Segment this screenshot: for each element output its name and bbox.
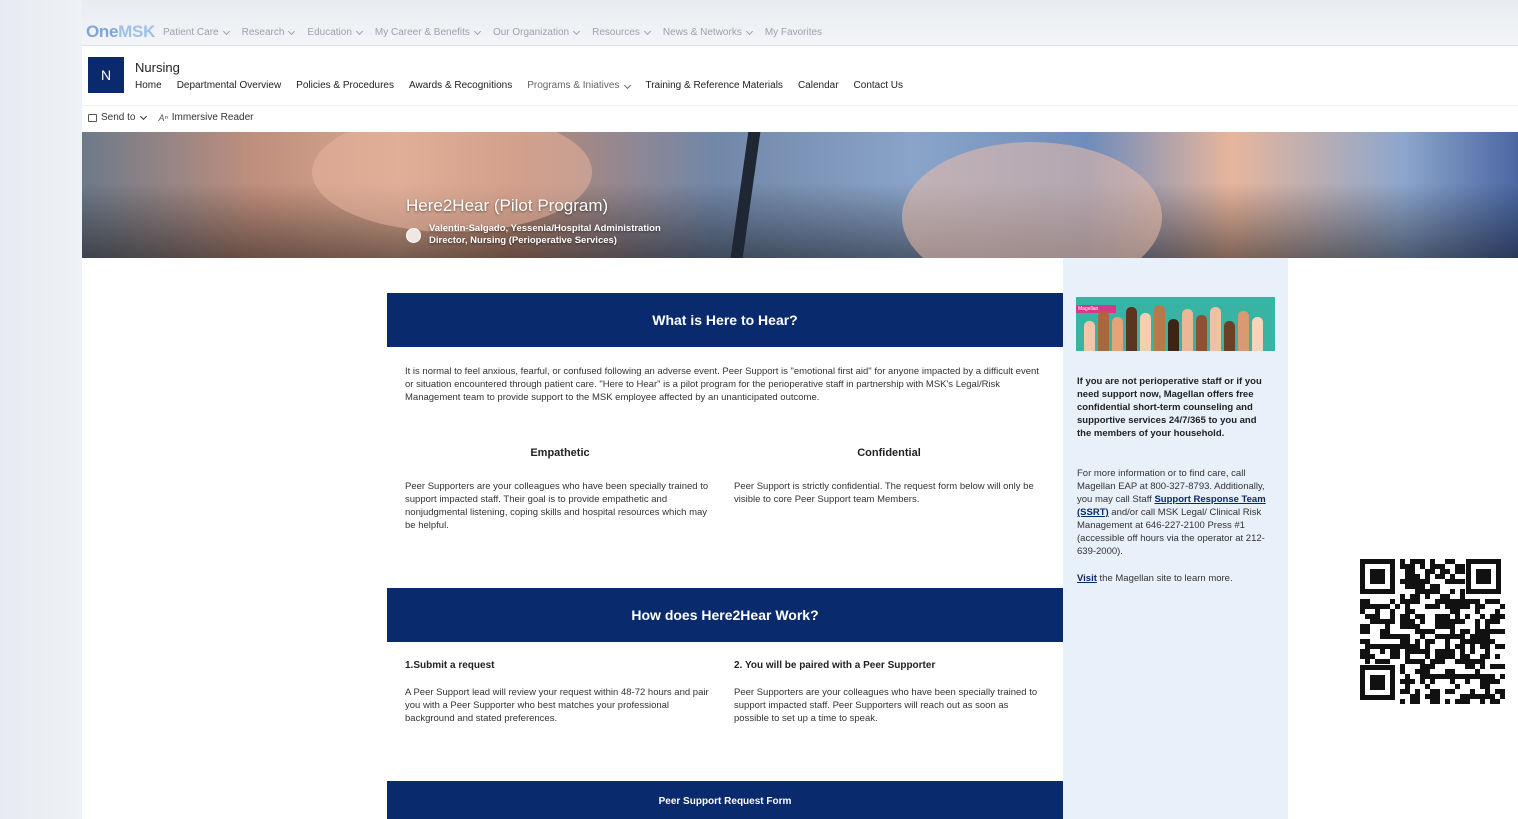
- step1-text: A Peer Support lead will review your req…: [405, 687, 709, 724]
- section-heading-how: How does Here2Hear Work?: [387, 588, 1063, 642]
- hand-shape: [1098, 311, 1109, 351]
- chevron-down-icon: [222, 27, 230, 35]
- suite-nav-resources[interactable]: Resources: [592, 27, 651, 38]
- site-nav-training[interactable]: Training & Reference Materials: [645, 80, 782, 91]
- chevron-down-icon: [288, 27, 296, 35]
- hand-shape: [1112, 317, 1123, 351]
- hand-shape: [1238, 311, 1249, 351]
- chevron-down-icon: [643, 27, 651, 35]
- sidebar-callout: If you are not perioperative staff or if…: [1077, 376, 1262, 439]
- suite-nav-education[interactable]: Education: [307, 27, 363, 38]
- chevron-down-icon: [745, 27, 753, 35]
- sidebar-visit-line: Visit the Magellan site to learn more.: [1077, 573, 1233, 584]
- chevron-down-icon: [624, 81, 632, 90]
- suite-nav: Patient Care Research Education My Caree…: [163, 27, 822, 38]
- empathetic-heading: Empathetic: [530, 447, 590, 459]
- site-nav-departmental-overview[interactable]: Departmental Overview: [177, 80, 281, 91]
- hero-image-stethoscope: [730, 132, 766, 258]
- hand-shape: [1126, 307, 1137, 351]
- right-blank-area: [1288, 258, 1518, 819]
- chevron-down-icon: [473, 27, 481, 35]
- request-form-heading[interactable]: Peer Support Request Form: [387, 781, 1063, 819]
- site-nav-awards[interactable]: Awards & Recognitions: [409, 80, 512, 91]
- page-title: Here2Hear (Pilot Program): [406, 196, 609, 215]
- chevron-down-icon: [355, 27, 363, 35]
- magellan-hands-image[interactable]: Magellan: [1076, 297, 1275, 351]
- qr-code-graphic: [1360, 559, 1505, 704]
- suite-nav-favorites[interactable]: My Favorites: [765, 27, 822, 38]
- hero-image-hands: [312, 132, 592, 232]
- site-nav-calendar[interactable]: Calendar: [798, 80, 839, 91]
- immersive-reader-button[interactable]: Aⁿ Immersive Reader: [158, 112, 253, 123]
- hand-shape: [1084, 321, 1095, 351]
- send-icon: [88, 113, 97, 122]
- sidebar-info: For more information or to find care, ca…: [1077, 468, 1266, 557]
- confidential-text: Peer Support is strictly confidential. T…: [734, 481, 1034, 505]
- suite-nav-career[interactable]: My Career & Benefits: [375, 27, 481, 38]
- suite-nav-research[interactable]: Research: [242, 27, 296, 38]
- chevron-down-icon: [140, 112, 148, 120]
- step2-heading: 2. You will be paired with a Peer Suppor…: [734, 660, 936, 671]
- step2-text: Peer Supporters are your colleagues who …: [734, 687, 1038, 724]
- chevron-down-icon: [573, 27, 581, 35]
- suite-nav-patient-care[interactable]: Patient Care: [163, 27, 230, 38]
- hero-image-hands-right: [902, 142, 1162, 258]
- hero-banner: Here2Hear (Pilot Program) Valentin-Salga…: [82, 132, 1518, 258]
- site-logo[interactable]: N: [88, 57, 124, 93]
- left-gutter: [0, 0, 82, 819]
- suite-nav-news[interactable]: News & Networks: [663, 27, 753, 38]
- site-title[interactable]: Nursing: [135, 60, 180, 75]
- hand-shape: [1168, 319, 1179, 351]
- author-byline[interactable]: Valentin-Salgado, Yessenia/Hospital Admi…: [429, 223, 661, 247]
- site-nav-programs[interactable]: Programs & Iniatives: [527, 80, 632, 91]
- confidential-heading: Confidential: [857, 447, 921, 459]
- send-to-button[interactable]: Send to: [88, 112, 148, 123]
- site-nav-policies[interactable]: Policies & Procedures: [296, 80, 394, 91]
- step1-heading: 1.Submit a request: [405, 660, 495, 671]
- immersive-reader-icon: Aⁿ: [158, 112, 168, 123]
- suite-nav-organization[interactable]: Our Organization: [493, 27, 581, 38]
- section-heading-what: What is Here to Hear?: [387, 293, 1063, 347]
- site-nav: Home Departmental Overview Policies & Pr…: [135, 80, 903, 91]
- hand-shape: [1154, 305, 1165, 351]
- site-nav-contact[interactable]: Contact Us: [854, 80, 903, 91]
- hand-shape: [1252, 317, 1263, 351]
- magellan-tag: Magellan: [1076, 305, 1116, 313]
- hand-shape: [1210, 307, 1221, 351]
- author-title: Director, Nursing (Perioperative Service…: [429, 235, 617, 246]
- site-nav-home[interactable]: Home: [135, 80, 162, 91]
- qr-code: [1358, 557, 1506, 707]
- command-bar: Send to Aⁿ Immersive Reader: [88, 112, 253, 123]
- site-header: N Nursing Home Departmental Overview Pol…: [82, 46, 1518, 106]
- visit-link[interactable]: Visit: [1077, 573, 1097, 584]
- author-name: Valentin-Salgado, Yessenia/Hospital Admi…: [429, 223, 661, 234]
- empathetic-text: Peer Supporters are your colleagues who …: [405, 481, 709, 531]
- intro-paragraph: It is normal to feel anxious, fearful, o…: [405, 366, 1039, 403]
- page: OneMSK Patient Care Research Education M…: [82, 0, 1518, 819]
- onemsk-logo[interactable]: OneMSK: [86, 22, 155, 42]
- hand-shape: [1140, 313, 1151, 351]
- suite-bar: OneMSK Patient Care Research Education M…: [82, 0, 1518, 46]
- hand-shape: [1196, 315, 1207, 351]
- hand-shape: [1224, 321, 1235, 351]
- hand-shape: [1182, 309, 1193, 351]
- author-avatar[interactable]: [406, 228, 421, 243]
